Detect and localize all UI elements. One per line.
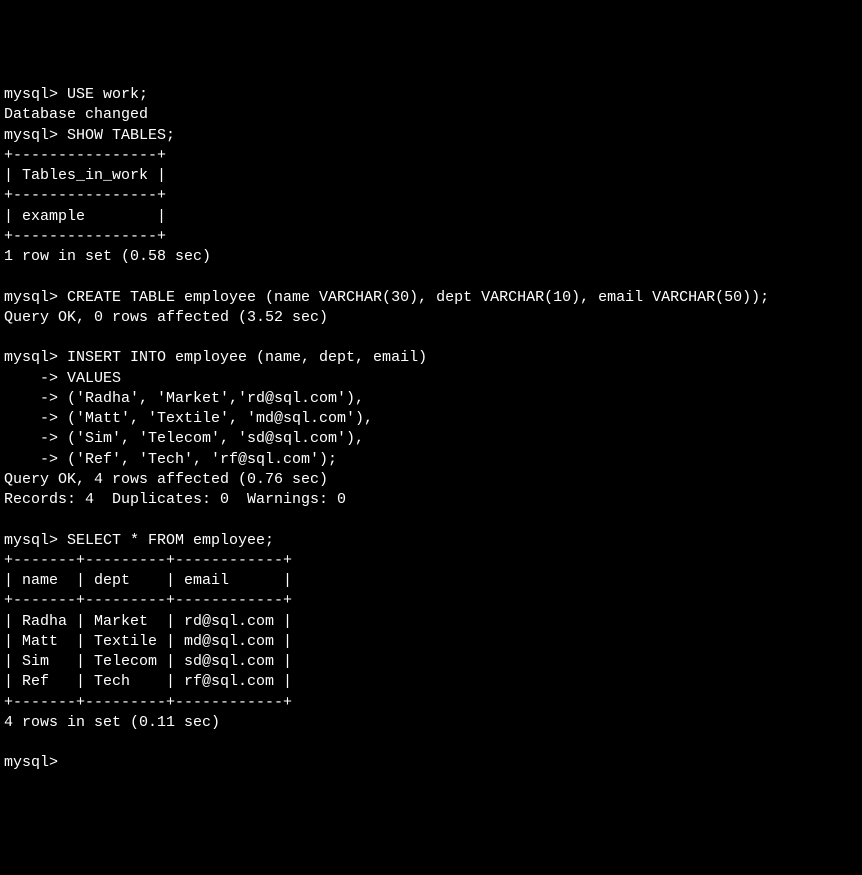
terminal-line: Query OK, 0 rows affected (3.52 sec) (4, 309, 328, 326)
terminal-line: mysql> SELECT * FROM employee; (4, 532, 274, 549)
terminal-line: | Radha | Market | rd@sql.com | (4, 613, 292, 630)
terminal-line: mysql> SHOW TABLES; (4, 127, 175, 144)
terminal-line: +----------------+ (4, 228, 166, 245)
terminal-line: | Matt | Textile | md@sql.com | (4, 633, 292, 650)
terminal-line: mysql> USE work; (4, 86, 148, 103)
terminal-line: 4 rows in set (0.11 sec) (4, 714, 220, 731)
terminal-line: mysql> CREATE TABLE employee (name VARCH… (4, 289, 769, 306)
terminal-line: Records: 4 Duplicates: 0 Warnings: 0 (4, 491, 346, 508)
terminal-line: 1 row in set (0.58 sec) (4, 248, 211, 265)
terminal-line: -> VALUES (4, 370, 121, 387)
terminal-line: -> ('Ref', 'Tech', 'rf@sql.com'); (4, 451, 337, 468)
terminal-line: mysql> INSERT INTO employee (name, dept,… (4, 349, 427, 366)
terminal-line: +-------+---------+------------+ (4, 694, 292, 711)
mysql-terminal[interactable]: mysql> USE work; Database changed mysql>… (4, 85, 858, 774)
mysql-prompt[interactable]: mysql> (4, 754, 58, 771)
terminal-line: | Ref | Tech | rf@sql.com | (4, 673, 292, 690)
terminal-line: -> ('Sim', 'Telecom', 'sd@sql.com'), (4, 430, 364, 447)
terminal-line: Database changed (4, 106, 148, 123)
terminal-line: | Tables_in_work | (4, 167, 166, 184)
terminal-line: +-------+---------+------------+ (4, 592, 292, 609)
terminal-line: +----------------+ (4, 147, 166, 164)
terminal-line: | Sim | Telecom | sd@sql.com | (4, 653, 292, 670)
terminal-line: +----------------+ (4, 187, 166, 204)
terminal-line: | name | dept | email | (4, 572, 292, 589)
terminal-line: -> ('Matt', 'Textile', 'md@sql.com'), (4, 410, 373, 427)
terminal-line: Query OK, 4 rows affected (0.76 sec) (4, 471, 328, 488)
terminal-line: -> ('Radha', 'Market','rd@sql.com'), (4, 390, 364, 407)
terminal-line: | example | (4, 208, 166, 225)
terminal-line: +-------+---------+------------+ (4, 552, 292, 569)
